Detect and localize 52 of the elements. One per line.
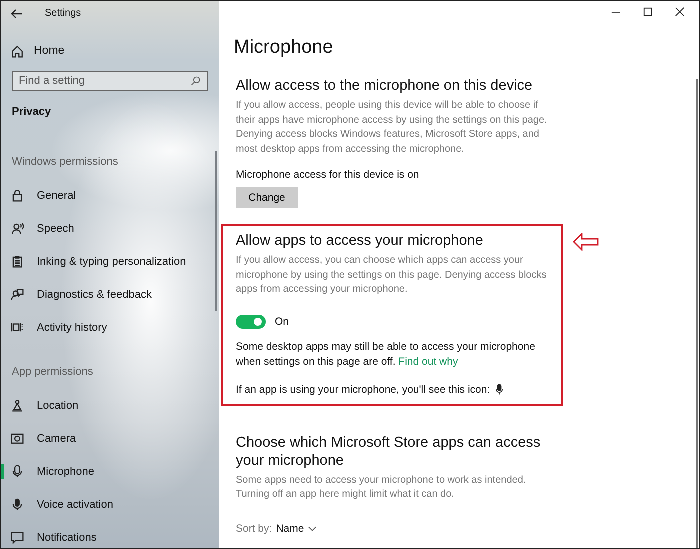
clipboard-icon — [11, 255, 24, 268]
section-heading: App permissions — [12, 366, 94, 380]
nav-item[interactable]: Notifications — [1, 521, 219, 548]
section-heading: Allow access to the microphone on this device — [236, 77, 534, 95]
page-title: Microphone — [234, 37, 334, 60]
search-field[interactable]: Find a setting — [12, 71, 208, 91]
nav-item[interactable]: Diagnostics & feedback — [1, 278, 219, 311]
lock-icon — [11, 189, 24, 202]
toggle-switch[interactable] — [236, 314, 266, 328]
timeline-icon — [11, 321, 24, 334]
toggle-label: On — [275, 316, 290, 328]
home-link[interactable]: Home — [11, 41, 219, 61]
section-description: If you allow access, you can choose which apps can access your microphone by using the settings on this page. Denying access blocks apps from accessing your microphone. — [236, 254, 548, 297]
home-icon — [11, 44, 24, 58]
person-feedback-icon — [11, 288, 24, 301]
search-icon[interactable] — [191, 76, 201, 86]
window-title: Settings — [45, 8, 82, 19]
microphone-icon — [11, 465, 24, 478]
person-sound-icon — [11, 222, 24, 235]
nav-item[interactable]: Camera — [1, 422, 219, 455]
category-title: Privacy — [12, 106, 52, 120]
scrollbar[interactable] — [696, 79, 698, 548]
change-button[interactable]: Change — [236, 187, 298, 208]
scrollbar[interactable] — [215, 151, 217, 311]
section-heading: Allow apps to access your microphone — [236, 232, 484, 250]
nav-item[interactable]: Voice activation — [1, 488, 219, 521]
arrow-annotation — [573, 233, 599, 251]
chevron-down-icon[interactable] — [308, 526, 318, 532]
close-icon[interactable] — [675, 7, 685, 17]
camera-icon — [11, 432, 24, 445]
back-arrow-icon[interactable] — [11, 8, 23, 18]
maximize-icon[interactable] — [643, 7, 653, 17]
microphone-icon — [496, 384, 504, 395]
sort-label: Sort by: — [236, 522, 272, 534]
nav-item[interactable]: Activity history — [1, 311, 219, 344]
status-text: Microphone access for this device is on — [236, 169, 420, 181]
info-text: Some desktop apps may still be able to access your microphone when settings on this page are off. Find out why — [236, 340, 536, 370]
location-person-icon — [11, 399, 24, 412]
section-description: Some apps need to access your microphone to work as intended. Turning off an app here might limit what it can do. — [236, 474, 528, 502]
nav-item[interactable]: Microphone — [1, 455, 219, 488]
section-heading: Windows permissions — [12, 156, 120, 170]
find-out-why-link[interactable]: Find out why — [398, 356, 458, 368]
speech-bubble-icon — [11, 531, 24, 544]
indicator-text: If an app is using your microphone, you'll see this icon: — [236, 384, 490, 396]
section-heading: Choose which Microsoft Store apps can access your microphone — [236, 434, 542, 470]
nav-item[interactable]: General — [1, 179, 219, 212]
microphone-icon — [11, 498, 24, 511]
sort-dropdown[interactable]: Name — [276, 522, 304, 534]
nav-item[interactable]: Inking & typing personalization — [1, 245, 219, 278]
nav-item[interactable]: Speech — [1, 212, 219, 245]
section-description: If you allow access, people using this device will be able to choose if their apps have microphone access by using the settings on this page. Denying access blocks Windows features, Microsoft Store apps, and most desktop apps from accessing the microphone. — [236, 99, 548, 156]
nav-item[interactable]: Location — [1, 389, 219, 422]
